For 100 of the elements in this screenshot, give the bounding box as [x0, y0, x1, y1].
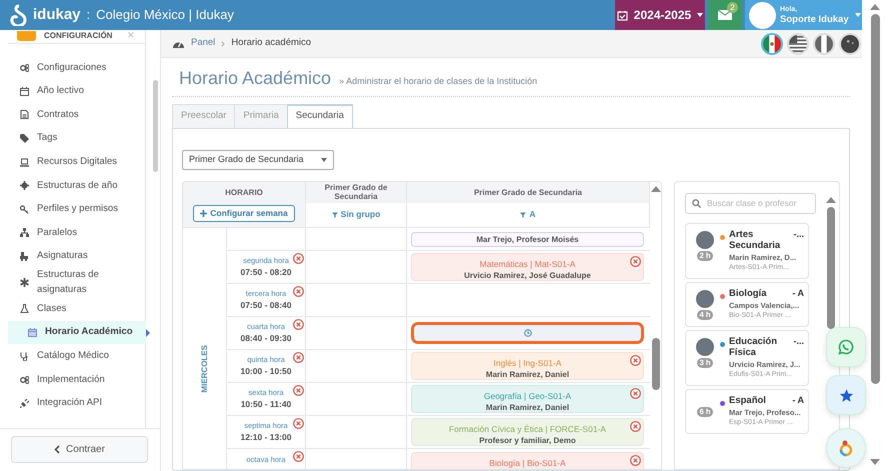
class-section: - A	[792, 394, 804, 406]
favorites-button[interactable]	[826, 375, 866, 415]
flag-icon[interactable]	[761, 32, 783, 54]
sidebar-item[interactable]: Tags	[8, 126, 146, 150]
grade-select[interactable]: Primer Grado de Secundaria	[182, 150, 334, 170]
period-time: 07:50 - 08:40	[240, 298, 292, 312]
school-year-button[interactable]: 2024-2025	[615, 0, 705, 30]
chat-icon	[838, 339, 854, 355]
search-input: Buscar clase o profesor	[707, 196, 807, 210]
envelope-icon	[718, 10, 732, 20]
star-icon	[838, 388, 854, 402]
scroll-down-icon[interactable]	[870, 459, 880, 465]
class-name: Artes Secundaria	[729, 228, 782, 251]
message-count-badge: 2	[727, 2, 738, 13]
class-teacher: Marin Ramirez, Daniel	[484, 369, 570, 380]
class-name: Biología	[729, 288, 766, 299]
class-teacher: Marin Ramirez, Daniel	[484, 402, 570, 414]
active-indicator-icon	[146, 328, 150, 337]
sidebar-item[interactable]: Recursos Digitales	[8, 150, 146, 174]
gears-icon	[20, 63, 29, 72]
search-icon	[692, 198, 701, 208]
class-entry[interactable]: Matemáticas | Mat-S01-A Urvicio Ramirez, José Guadalupe	[411, 253, 644, 282]
sidebar-item[interactable]: Paralelos	[8, 221, 146, 245]
remove-icon[interactable]	[630, 355, 641, 366]
document-icon	[20, 110, 29, 120]
breadcrumb-link[interactable]: Panel	[191, 36, 216, 51]
class-entry[interactable]: Formación Cívica y Ética | FORCE-S01-A Profesor y familiar, Demo	[411, 418, 644, 446]
class-entry[interactable]: Mar Trejo, Profesor Moisés	[411, 232, 644, 247]
calendar-icon	[28, 328, 37, 338]
class-section: -...	[794, 336, 804, 358]
clock-icon	[524, 329, 532, 338]
caret-icon	[321, 158, 327, 162]
page-subtitle: » Administrar el horario de clases de la Institución	[339, 75, 538, 88]
class-name: Educación Física	[729, 336, 778, 358]
separator: :	[86, 6, 90, 24]
remove-icon[interactable]	[630, 454, 641, 466]
chevron-right-icon	[221, 40, 226, 46]
remove-icon[interactable]	[293, 352, 304, 363]
column-header: Primer Grado de Secundaria	[324, 182, 388, 204]
laptop-icon	[20, 158, 29, 167]
sidebar-item[interactable]: Estructuras de año	[8, 174, 146, 198]
sidebar-item[interactable]: Año lectivo	[8, 80, 146, 104]
gear-icon	[20, 181, 29, 190]
chat-button[interactable]	[826, 327, 866, 367]
configure-week-button[interactable]: Configurar semana	[193, 204, 295, 222]
blocks-icon	[20, 252, 29, 262]
class-entry[interactable]: Geografía | Geo-S01-A Marin Ramirez, Daniel	[411, 385, 644, 414]
plug-icon	[20, 398, 29, 408]
plus-icon	[200, 210, 208, 217]
remove-icon[interactable]	[630, 388, 641, 400]
search-field[interactable]: Buscar clase o profesor	[685, 192, 816, 214]
remove-icon[interactable]	[630, 256, 641, 268]
remove-icon[interactable]	[293, 450, 304, 462]
caret-icon	[697, 13, 704, 17]
period-time: 10:50 - 11:40	[240, 398, 292, 411]
sidebar-item[interactable]: Asignaturas	[8, 244, 146, 268]
time-slot[interactable]	[411, 322, 644, 344]
remove-icon[interactable]	[293, 286, 304, 297]
scrollbar-thumb[interactable]	[153, 80, 158, 172]
remove-icon[interactable]	[630, 421, 641, 432]
scrollbar-thumb[interactable]	[870, 14, 880, 384]
class-subject: Geografía | Geo-S01-A	[482, 390, 572, 402]
remove-icon[interactable]	[293, 418, 304, 429]
class-entry[interactable]: Inglés | Ing-S01-A Marin Ramirez, Daniel	[411, 352, 644, 380]
scroll-up-icon[interactable]	[650, 186, 660, 192]
sidebar-item[interactable]: Integración API	[8, 392, 146, 416]
class-teacher: Mar Trejo, Profesor Moisés	[475, 234, 580, 245]
sidebar-item[interactable]: Contratos	[8, 103, 146, 127]
remove-icon[interactable]	[293, 318, 304, 330]
remove-icon[interactable]	[293, 252, 304, 264]
section-icon	[17, 30, 36, 40]
sidebar-item[interactable]: Catálogo Médico	[8, 344, 146, 368]
flag-icon[interactable]	[787, 32, 809, 54]
class-teacher: Profesor y familiar, Demo	[478, 435, 577, 446]
sidebar-item[interactable]: Implementación	[8, 368, 146, 392]
remove-icon[interactable]	[293, 384, 304, 396]
sidebar-item[interactable]: Estructuras de asignaturas	[8, 268, 146, 298]
column-header: Primer Grado de Secundaria	[472, 186, 584, 199]
filter-icon	[332, 212, 338, 218]
collapse-button[interactable]: Contraer	[11, 436, 148, 463]
scrollbar-thumb[interactable]	[827, 206, 835, 329]
class-name: Español	[729, 394, 766, 406]
period-time: 07:50 - 08:20	[240, 266, 292, 279]
flag-icon[interactable]	[813, 32, 835, 54]
class-subject: Biología | Bio-S01-A	[488, 456, 567, 469]
sidebar-item[interactable]: Configuraciones	[8, 56, 146, 80]
class-subject: Matemáticas | Mat-S01-A	[478, 258, 576, 270]
tag-icon	[20, 134, 29, 144]
flag-icon[interactable]	[839, 32, 861, 54]
calendar-icon	[20, 86, 29, 96]
sidebar-item[interactable]: Clases	[8, 297, 146, 321]
hierarchy-icon	[20, 228, 29, 238]
scrollbar-thumb[interactable]	[652, 338, 660, 390]
day-label: MIERCOLES	[198, 344, 210, 392]
tab[interactable]: Secundaria	[286, 104, 353, 129]
asterisk-icon	[20, 278, 29, 288]
sidebar-item[interactable]: Perfiles y permisos	[8, 198, 146, 222]
key-icon	[20, 204, 29, 214]
breadcrumb-current: Horario académico	[231, 36, 312, 50]
assistant-button[interactable]	[826, 428, 866, 468]
